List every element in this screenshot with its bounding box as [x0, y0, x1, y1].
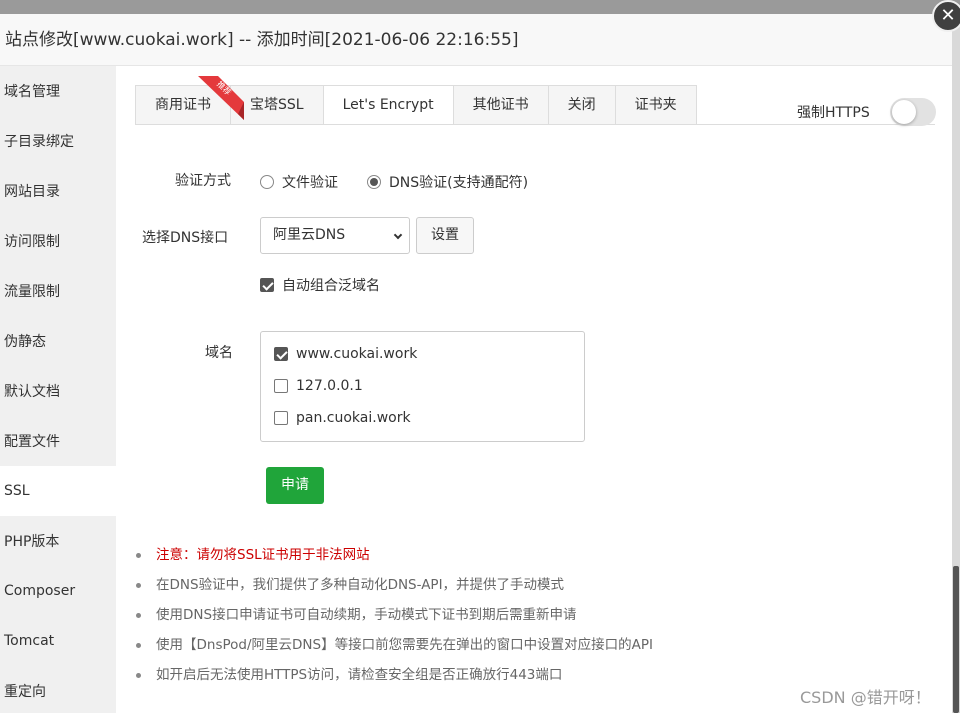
force-https-toggle[interactable] — [890, 98, 936, 126]
sidebar-item-label: 伪静态 — [4, 334, 46, 350]
sidebar-item-rewrite[interactable]: 伪静态 — [0, 316, 116, 366]
domain-checkbox-localhost[interactable]: 127.0.0.1 — [274, 378, 363, 394]
dns-interface-label: 选择DNS接口 — [142, 230, 229, 246]
tab-close[interactable]: 关闭 — [547, 85, 615, 125]
checkbox-icon — [260, 278, 274, 292]
checkbox-icon — [274, 411, 288, 425]
sidebar-item-php-version[interactable]: PHP版本 — [0, 516, 116, 566]
sidebar-item-composer[interactable]: Composer — [0, 566, 116, 616]
checkbox-icon — [274, 379, 288, 393]
sidebar-item-access-restriction[interactable]: 访问限制 — [0, 216, 116, 266]
sidebar-item-tomcat[interactable]: Tomcat — [0, 616, 116, 666]
domain-name: pan.cuokai.work — [296, 410, 411, 426]
sidebar-item-default-document[interactable]: 默认文档 — [0, 366, 116, 416]
sidebar-item-label: 子目录绑定 — [4, 134, 74, 150]
force-https-label: 强制HTTPS — [797, 105, 870, 121]
tip-item: 使用DNS接口申请证书可自动续期，手动模式下证书到期后需重新申请 — [136, 600, 653, 630]
tab-bt-ssl[interactable]: 宝塔SSL — [230, 85, 323, 125]
scrollbar-thumb[interactable] — [953, 566, 959, 713]
settings-sidebar: 域名管理 子目录绑定 网站目录 访问限制 流量限制 伪静态 默认文档 配置文件 … — [0, 66, 116, 713]
radio-label: 文件验证 — [282, 175, 338, 191]
tab-cert-folder[interactable]: 证书夹 — [614, 85, 697, 125]
sidebar-item-label: 流量限制 — [4, 284, 60, 300]
sidebar-item-config-file[interactable]: 配置文件 — [0, 416, 116, 466]
sidebar-item-domain-management[interactable]: 域名管理 — [0, 66, 116, 116]
sidebar-item-label: 访问限制 — [4, 234, 60, 250]
wildcard-label: 自动组合泛域名 — [282, 278, 380, 294]
sidebar-item-label: SSL — [4, 483, 30, 499]
sidebar-item-site-directory[interactable]: 网站目录 — [0, 166, 116, 216]
dns-interface-select[interactable]: 阿里云DNS — [260, 217, 410, 254]
sidebar-item-label: PHP版本 — [4, 534, 60, 550]
checkbox-icon — [274, 347, 288, 361]
tabs-divider — [135, 124, 935, 125]
tip-item: 在DNS验证中，我们提供了多种自动化DNS-API，并提供了手动模式 — [136, 570, 653, 600]
verify-method-label: 验证方式 — [175, 173, 231, 189]
chevron-down-icon — [393, 230, 403, 240]
dialog-title: 站点修改[www.cuokai.work] -- 添加时间[2021-06-06… — [0, 14, 952, 66]
sidebar-item-label: Tomcat — [4, 633, 55, 649]
tip-item: 如开启后无法使用HTTPS访问，请检查安全组是否正确放行443端口 — [136, 660, 653, 690]
sidebar-item-label: 重定向 — [4, 684, 46, 700]
toggle-knob — [892, 100, 916, 124]
domain-checkbox-www[interactable]: www.cuokai.work — [274, 346, 417, 362]
domain-name: 127.0.0.1 — [296, 378, 363, 394]
sidebar-item-ssl[interactable]: SSL — [0, 466, 116, 516]
dns-selected-value: 阿里云DNS — [273, 227, 346, 243]
sidebar-item-label: 默认文档 — [4, 384, 60, 400]
domain-label: 域名 — [205, 345, 233, 361]
backdrop-strip — [0, 0, 960, 14]
tip-item: 注意：请勿将SSL证书用于非法网站 — [136, 540, 653, 570]
ssl-tabs: 商用证书 宝塔SSL Let's Encrypt 其他证书 关闭 证书夹 — [135, 85, 697, 125]
sidebar-item-subdirectory-binding[interactable]: 子目录绑定 — [0, 116, 116, 166]
watermark-text: CSDN @错开呀！ — [800, 688, 931, 707]
page-scrollbar[interactable] — [952, 14, 960, 713]
sidebar-item-redirect[interactable]: 重定向 — [0, 666, 116, 713]
sidebar-item-label: 网站目录 — [4, 184, 60, 200]
domain-name: www.cuokai.work — [296, 346, 418, 362]
domain-checkbox-pan[interactable]: pan.cuokai.work — [274, 410, 411, 426]
site-edit-dialog: 站点修改[www.cuokai.work] -- 添加时间[2021-06-06… — [0, 14, 952, 713]
close-icon[interactable]: ✕ — [932, 0, 960, 32]
sidebar-item-label: 域名管理 — [4, 84, 60, 100]
sidebar-item-traffic-limit[interactable]: 流量限制 — [0, 266, 116, 316]
radio-file-verify[interactable]: 文件验证 — [260, 172, 338, 192]
dns-settings-button[interactable]: 设置 — [416, 217, 474, 254]
radio-dns-verify[interactable]: DNS验证(支持通配符) — [367, 172, 528, 192]
tab-commercial-cert[interactable]: 商用证书 — [135, 85, 230, 125]
tab-other-cert[interactable]: 其他证书 — [452, 85, 548, 125]
ssl-panel: 商用证书 宝塔SSL Let's Encrypt 其他证书 关闭 证书夹 推荐 … — [116, 66, 952, 713]
tips-list: 注意：请勿将SSL证书用于非法网站 在DNS验证中，我们提供了多种自动化DNS-… — [136, 540, 653, 690]
sidebar-item-label: 配置文件 — [4, 434, 60, 450]
sidebar-item-label: Composer — [4, 583, 76, 599]
domain-list: www.cuokai.work 127.0.0.1 pan.cuokai.wor… — [260, 331, 585, 442]
tab-lets-encrypt[interactable]: Let's Encrypt — [322, 85, 453, 125]
radio-circle-icon — [367, 175, 381, 189]
radio-circle-icon — [260, 175, 274, 189]
radio-label: DNS验证(支持通配符) — [389, 175, 529, 191]
tip-item: 使用【DnsPod/阿里云DNS】等接口前您需要先在弹出的窗口中设置对应接口的A… — [136, 630, 653, 660]
apply-button[interactable]: 申请 — [266, 467, 324, 504]
wildcard-checkbox[interactable]: 自动组合泛域名 — [260, 275, 380, 295]
